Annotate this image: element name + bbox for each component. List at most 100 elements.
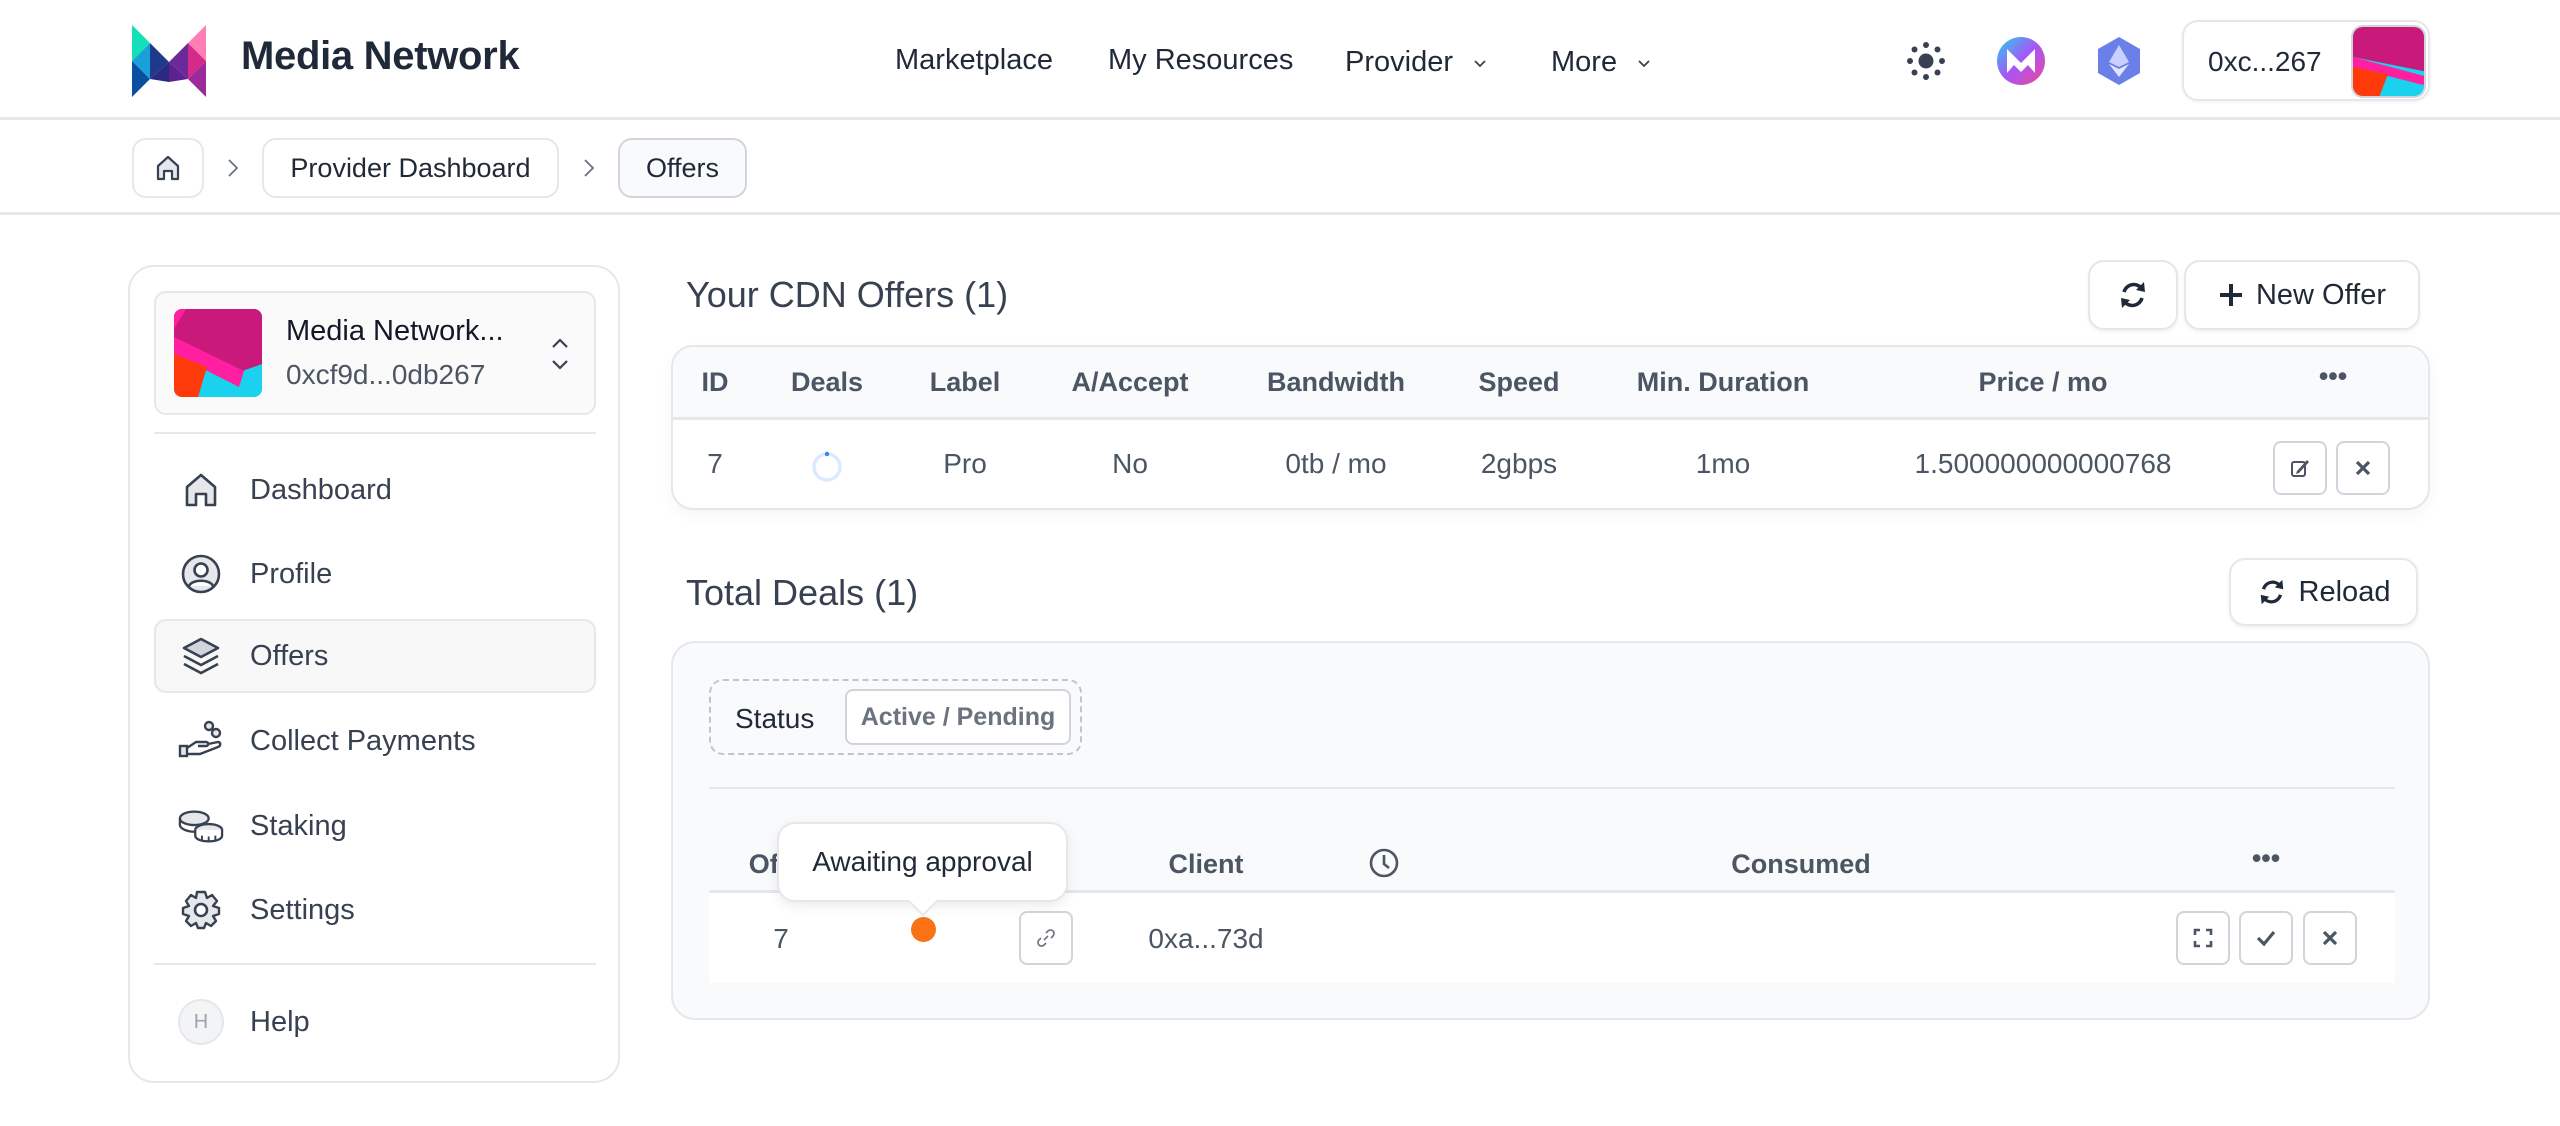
reload-label: Reload xyxy=(2298,575,2391,608)
table-row: 7 0xa...73d xyxy=(709,893,2395,983)
loading-spinner-icon xyxy=(812,451,842,482)
breadcrumb-home[interactable] xyxy=(132,138,204,198)
breadcrumb-provider-dashboard[interactable]: Provider Dashboard xyxy=(262,138,559,198)
refresh-icon xyxy=(2121,282,2145,308)
sidebar-item-collect-payments[interactable]: Collect Payments xyxy=(154,704,596,778)
account-avatar xyxy=(174,309,262,397)
reject-deal-button[interactable] xyxy=(2303,911,2357,965)
wallet-avatar xyxy=(2351,25,2426,98)
status-filter-select[interactable]: Active / Pending xyxy=(845,689,1071,745)
status-tooltip: Awaiting approval xyxy=(777,822,1068,902)
deals-divider xyxy=(709,787,2395,789)
media-network-token-icon[interactable] xyxy=(1997,37,2045,85)
sidebar-item-label: Dashboard xyxy=(250,473,392,506)
nav-label: Marketplace xyxy=(895,44,1053,76)
nav-label: My Resources xyxy=(1108,44,1294,76)
column-header-speed: Speed xyxy=(1478,367,1560,397)
column-header-deals: Deals xyxy=(790,367,864,397)
nav-my-resources[interactable]: My Resources xyxy=(1108,44,1293,77)
nav-marketplace[interactable]: Marketplace xyxy=(895,44,1053,77)
chevron-right-icon xyxy=(228,159,239,177)
column-header-consumed: Consumed xyxy=(1731,849,1871,879)
nav-label: More xyxy=(1551,46,1618,78)
identicon-image xyxy=(174,309,262,397)
approve-deal-button[interactable] xyxy=(2239,911,2293,965)
expand-icon xyxy=(2193,928,2213,948)
breadcrumb-label: Provider Dashboard xyxy=(290,152,531,183)
close-icon xyxy=(2322,930,2338,946)
theme-toggle-icon[interactable] xyxy=(1905,40,1947,82)
column-header-auto-accept: A/Accept xyxy=(1071,367,1189,397)
column-header-client: Client xyxy=(1168,849,1244,879)
sidebar-item-dashboard[interactable]: Dashboard xyxy=(154,453,596,527)
breadcrumb: Provider Dashboard Offers xyxy=(0,123,2560,215)
offer-price: 1.500000000000768 xyxy=(1914,448,2172,479)
gear-icon xyxy=(178,887,224,933)
nav-provider-dropdown[interactable]: Provider xyxy=(1345,46,1487,79)
offer-bandwidth: 0tb / mo xyxy=(1285,448,1387,479)
refresh-icon xyxy=(2260,579,2283,605)
more-options-icon[interactable]: ••• xyxy=(2319,361,2347,392)
top-header: Media Network Marketplace My Resources P… xyxy=(0,0,2560,120)
column-header-price: Price / mo xyxy=(1978,367,2108,397)
column-header-label: Label xyxy=(929,367,1001,397)
expand-deal-button[interactable] xyxy=(2176,911,2230,965)
sidebar-item-offers[interactable]: Offers xyxy=(154,619,596,693)
wallet-address: 0xc...267 xyxy=(2208,46,2322,77)
deal-link-button[interactable] xyxy=(1019,911,1073,965)
sidebar-item-label: Collect Payments xyxy=(250,724,476,757)
nav-label: Provider xyxy=(1345,46,1453,78)
reload-deals-button[interactable]: Reload xyxy=(2229,558,2418,626)
account-switcher[interactable]: Media Network... 0xcf9d...0db267 xyxy=(154,291,596,415)
column-header-min-duration: Min. Duration xyxy=(1636,367,1810,397)
chevron-down-icon xyxy=(1474,59,1486,67)
sidebar-item-label: Settings xyxy=(250,893,355,926)
sidebar-item-settings[interactable]: Settings xyxy=(154,873,596,947)
user-circle-icon xyxy=(178,551,224,597)
brand-name: Media Network xyxy=(241,34,520,78)
status-indicator-pending[interactable] xyxy=(911,917,936,942)
sidebar-divider xyxy=(154,432,596,434)
offers-title: Your CDN Offers (1) xyxy=(686,274,1009,315)
sidebar-item-profile[interactable]: Profile xyxy=(154,537,596,611)
offer-min-duration: 1mo xyxy=(1695,448,1751,479)
refresh-offers-button[interactable] xyxy=(2088,260,2178,330)
offers-table: ID Deals Label A/Accept Bandwidth Speed … xyxy=(671,345,2430,510)
ethereum-network-icon[interactable] xyxy=(2096,37,2142,85)
more-options-icon[interactable]: ••• xyxy=(2252,843,2280,874)
column-header-bandwidth: Bandwidth xyxy=(1267,367,1405,397)
sidebar-item-label: Offers xyxy=(250,639,329,672)
sidebar-item-staking[interactable]: Staking xyxy=(154,789,596,863)
new-offer-label: New Offer xyxy=(2255,278,2386,311)
chevron-up-down-icon xyxy=(552,338,568,370)
wallet-button[interactable]: 0xc...267 xyxy=(2182,20,2430,101)
offer-label: Pro xyxy=(943,448,987,479)
plus-icon xyxy=(2219,284,2242,306)
status-filter: Status Active / Pending xyxy=(709,679,1082,755)
offer-auto-accept: No xyxy=(1112,448,1148,479)
sidebar-item-help[interactable]: H Help xyxy=(154,985,596,1059)
sidebar-item-label: Profile xyxy=(250,557,333,590)
sidebar: Media Network... 0xcf9d...0db267 Dashboa… xyxy=(128,265,620,1083)
offers-table-header: ID Deals Label A/Accept Bandwidth Speed … xyxy=(673,347,2428,420)
edit-offer-button[interactable] xyxy=(2273,441,2327,495)
clock-icon xyxy=(1369,848,1399,878)
deal-offer-id: 7 xyxy=(773,923,789,954)
nav-more-dropdown[interactable]: More xyxy=(1551,46,1651,79)
delete-offer-button[interactable] xyxy=(2336,441,2390,495)
link-icon xyxy=(1037,929,1055,947)
edit-icon xyxy=(2291,460,2309,477)
deal-client: 0xa...73d xyxy=(1148,923,1264,954)
status-filter-label: Status xyxy=(735,703,815,734)
account-address: 0xcf9d...0db267 xyxy=(286,359,486,390)
home-icon xyxy=(156,155,180,181)
media-network-logo[interactable] xyxy=(132,25,206,97)
new-offer-button[interactable]: New Offer xyxy=(2184,260,2420,330)
offer-speed: 2gbps xyxy=(1480,448,1558,479)
breadcrumb-offers[interactable]: Offers xyxy=(618,138,747,198)
layers-icon xyxy=(178,633,224,679)
coins-stack-icon xyxy=(178,803,224,849)
home-icon xyxy=(178,467,224,513)
breadcrumb-label: Offers xyxy=(645,152,720,183)
offer-id: 7 xyxy=(707,448,723,479)
